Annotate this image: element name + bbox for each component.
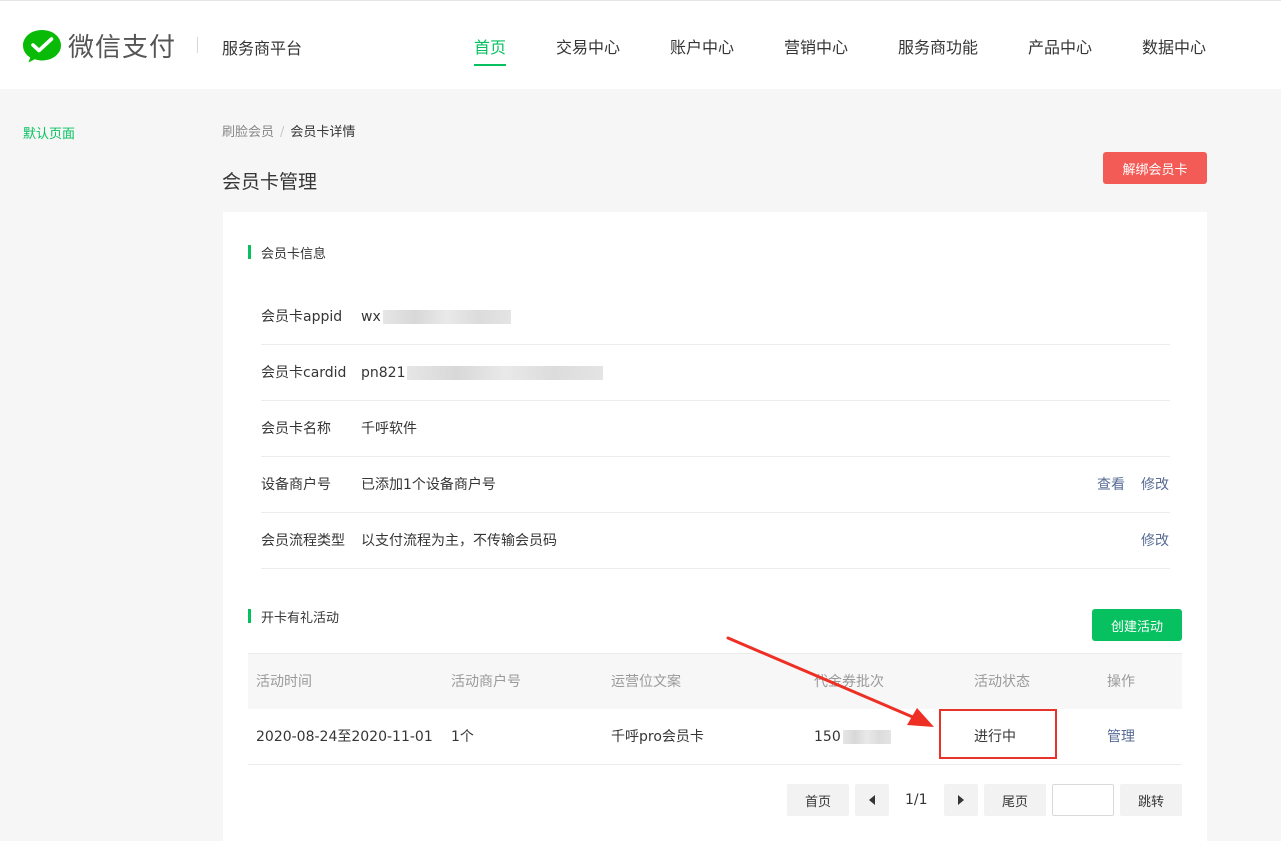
activity-copy: 千呼pro会员卡 bbox=[611, 729, 704, 745]
column-header: 活动状态 bbox=[974, 674, 1030, 690]
breadcrumb-separator: / bbox=[280, 125, 285, 140]
edit-link[interactable]: 修改 bbox=[1141, 457, 1169, 513]
breadcrumb-current: 会员卡详情 bbox=[290, 125, 356, 140]
detail-card: 会员卡信息 会员卡appid wx 会员卡cardid pn821 会员卡名称 … bbox=[223, 212, 1207, 841]
create-activity-button[interactable]: 创建活动 bbox=[1092, 609, 1182, 641]
next-page-button[interactable] bbox=[944, 784, 978, 816]
section-title-activity: 开卡有礼活动 bbox=[248, 607, 339, 626]
nav-item-data[interactable]: 数据中心 bbox=[1142, 34, 1206, 58]
main-nav: 首页 交易中心 账户中心 营销中心 服务商功能 产品中心 数据中心 bbox=[0, 1, 1281, 90]
column-header: 运营位文案 bbox=[611, 674, 681, 690]
table-row: 2020-08-24至2020-11-01 1个 千呼pro会员卡 150 进行… bbox=[248, 709, 1182, 765]
section-title-card-info: 会员卡信息 bbox=[248, 243, 326, 262]
prev-page-button[interactable] bbox=[855, 784, 889, 816]
info-value: 以支付流程为主，不传输会员码 bbox=[361, 533, 557, 549]
top-header: 微信支付 服务商平台 首页 交易中心 账户中心 营销中心 服务商功能 产品中心 … bbox=[0, 0, 1281, 89]
page-title: 会员卡管理 bbox=[222, 171, 318, 193]
jump-button[interactable]: 跳转 bbox=[1120, 784, 1182, 816]
breadcrumb-parent[interactable]: 刷脸会员 bbox=[222, 125, 274, 140]
activity-merchant: 1个 bbox=[451, 729, 474, 745]
info-value: pn821 bbox=[361, 345, 604, 401]
column-header: 活动时间 bbox=[256, 674, 312, 690]
column-header: 操作 bbox=[1107, 674, 1135, 690]
info-value: wx bbox=[361, 289, 511, 345]
info-label: 会员卡名称 bbox=[261, 421, 331, 437]
activity-time: 2020-08-24至2020-11-01 bbox=[256, 729, 433, 745]
sidebar-item-default[interactable]: 默认页面 bbox=[23, 123, 75, 142]
nav-item-trade[interactable]: 交易中心 bbox=[556, 34, 620, 58]
nav-item-marketing[interactable]: 营销中心 bbox=[784, 34, 848, 58]
info-label: 设备商户号 bbox=[261, 477, 331, 493]
last-page-button[interactable]: 尾页 bbox=[984, 784, 1046, 816]
info-row-name: 会员卡名称 千呼软件 bbox=[261, 401, 1170, 457]
caret-left-icon bbox=[869, 795, 875, 805]
pagination: 首页 1/1 尾页 跳转 bbox=[223, 784, 1207, 816]
info-row-device-merchant: 设备商户号 已添加1个设备商户号 查看 修改 bbox=[261, 457, 1170, 513]
info-row-flow-type: 会员流程类型 以支付流程为主，不传输会员码 修改 bbox=[261, 513, 1170, 569]
manage-link[interactable]: 管理 bbox=[1107, 709, 1135, 765]
view-link[interactable]: 查看 bbox=[1097, 457, 1125, 513]
unbind-card-button[interactable]: 解绑会员卡 bbox=[1103, 152, 1207, 184]
breadcrumb: 刷脸会员 / 会员卡详情 bbox=[222, 121, 355, 140]
page-indicator: 1/1 bbox=[905, 792, 928, 808]
first-page-button[interactable]: 首页 bbox=[787, 784, 849, 816]
column-header: 活动商户号 bbox=[451, 674, 521, 690]
info-row-appid: 会员卡appid wx bbox=[261, 289, 1170, 345]
edit-link[interactable]: 修改 bbox=[1141, 513, 1169, 569]
page-jump-input[interactable] bbox=[1052, 784, 1114, 816]
status-highlight-box bbox=[939, 709, 1057, 759]
info-row-cardid: 会员卡cardid pn821 bbox=[261, 345, 1170, 401]
activity-batch: 150 bbox=[814, 709, 891, 765]
table-header: 活动时间 活动商户号 运营位文案 代金券批次 活动状态 操作 bbox=[248, 653, 1182, 709]
nav-item-product[interactable]: 产品中心 bbox=[1028, 34, 1092, 58]
caret-right-icon bbox=[958, 795, 964, 805]
redacted-mask bbox=[842, 730, 891, 744]
column-header: 代金券批次 bbox=[814, 674, 884, 690]
info-value: 已添加1个设备商户号 bbox=[361, 477, 496, 493]
activity-table: 活动时间 活动商户号 运营位文案 代金券批次 活动状态 操作 2020-08-2… bbox=[248, 653, 1182, 765]
nav-item-provider[interactable]: 服务商功能 bbox=[898, 34, 978, 58]
nav-item-account[interactable]: 账户中心 bbox=[670, 34, 734, 58]
info-label: 会员卡appid bbox=[261, 309, 343, 325]
info-label: 会员流程类型 bbox=[261, 533, 345, 549]
info-label: 会员卡cardid bbox=[261, 365, 347, 381]
nav-item-home[interactable]: 首页 bbox=[474, 34, 507, 66]
redacted-mask bbox=[382, 310, 511, 324]
info-value: 千呼软件 bbox=[361, 421, 417, 437]
redacted-mask bbox=[407, 366, 604, 380]
